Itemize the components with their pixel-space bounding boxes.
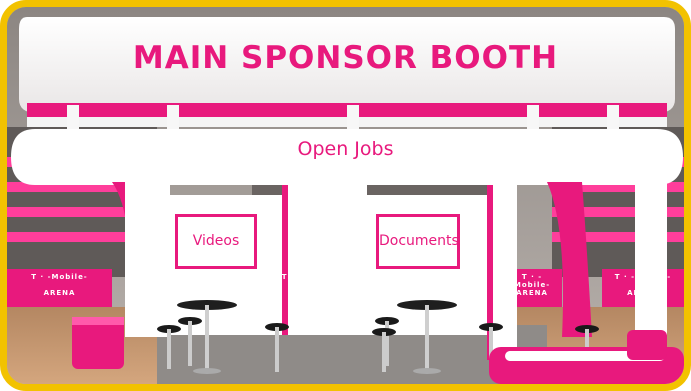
- arena-sign-left-line1: T · -Mobile-: [31, 273, 88, 281]
- booth-title: MAIN SPONSOR BOOTH: [132, 40, 559, 76]
- arena-sign-right-line1: T · -Mobile-: [614, 273, 672, 281]
- arena-sign-center-left-line1: T · -Mobile-: [281, 273, 339, 281]
- arena-sign-center-right-line2: ARENA: [516, 289, 548, 297]
- videos-screen-button[interactable]: Videos: [178, 233, 254, 249]
- arena-sign-center-left-line2: ARENA: [294, 289, 326, 297]
- arena-sign-right-line2: ARENA: [627, 289, 659, 297]
- arena-sign-left-line2: ARENA: [43, 289, 76, 297]
- documents-screen-button[interactable]: Documents: [379, 233, 459, 249]
- counter-left: [72, 317, 124, 369]
- center-column: [282, 185, 367, 335]
- open-jobs-banner[interactable]: Open Jobs: [7, 138, 684, 160]
- arena-sign-center-right-line1: T · -Mobile-: [513, 273, 551, 289]
- left-column: [125, 182, 170, 337]
- booth-frame: MAIN SPONSOR BOOTH Open Jobs Videos Docu…: [0, 0, 691, 391]
